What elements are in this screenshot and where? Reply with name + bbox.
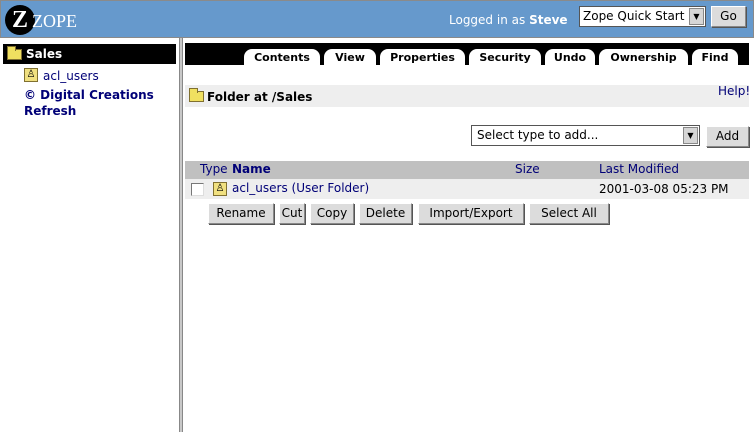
table-row: ♙ acl_users (User Folder) 2001-03-08 05:… [185, 179, 749, 199]
tree-item-label[interactable]: acl_users [43, 69, 99, 83]
refresh-link[interactable]: Refresh [24, 104, 76, 118]
tab-ownership[interactable]: Ownership [599, 49, 688, 66]
column-size[interactable]: Size [515, 162, 540, 176]
help-link[interactable]: Help! [718, 84, 750, 98]
table-header: Type Name Size Last Modified [185, 161, 749, 179]
location-path[interactable]: /Sales [272, 90, 313, 104]
folder-icon [189, 88, 204, 102]
navigation-tree-frame: Sales ♙ acl_users © Digital Creations Re… [0, 38, 181, 432]
user-folder-icon: ♙ [24, 68, 38, 82]
go-button[interactable]: Go [711, 6, 746, 27]
column-type[interactable]: Type [200, 162, 228, 176]
zope-logo[interactable]: Z ZOPE [5, 4, 95, 36]
tab-view[interactable]: View [324, 49, 376, 66]
select-all-button[interactable]: Select All [529, 203, 609, 224]
logo-text: ZOPE [32, 11, 77, 31]
location-bar: Folder at /Sales [185, 85, 749, 107]
import-export-button[interactable]: Import/Export [418, 203, 524, 224]
add-button[interactable]: Add [706, 126, 749, 147]
location-prefix: Folder at [207, 90, 268, 104]
username: Steve [529, 13, 568, 27]
tab-contents[interactable]: Contents [244, 49, 320, 66]
cut-button[interactable]: Cut [279, 203, 305, 224]
copy-button[interactable]: Copy [310, 203, 354, 224]
location-text: Folder at /Sales [207, 90, 312, 104]
add-type-value: Select type to add... [477, 128, 599, 142]
quick-start-select[interactable]: Zope Quick Start ▼ [579, 6, 706, 27]
tree-root-sales[interactable]: Sales [3, 44, 176, 64]
tab-find[interactable]: Find [692, 49, 738, 66]
chevron-down-icon[interactable]: ▼ [689, 8, 704, 25]
rename-button[interactable]: Rename [208, 203, 274, 224]
column-name[interactable]: Name [232, 162, 271, 176]
copyright-link[interactable]: © Digital Creations [24, 88, 154, 102]
tree-root-label: Sales [26, 47, 63, 61]
tab-undo[interactable]: Undo [545, 49, 595, 66]
chevron-down-icon[interactable]: ▼ [683, 127, 698, 144]
top-bar: Z ZOPE Logged in as Steve Zope Quick Sta… [0, 0, 754, 38]
row-checkbox[interactable] [191, 183, 204, 196]
folder-icon [7, 46, 22, 60]
delete-button[interactable]: Delete [359, 203, 412, 224]
logged-in-status: Logged in as Steve [449, 13, 568, 27]
logged-in-prefix: Logged in as [449, 13, 526, 27]
user-folder-icon: ♙ [213, 182, 227, 196]
frame-divider[interactable] [179, 38, 183, 432]
tab-security[interactable]: Security [469, 49, 541, 66]
quick-start-value: Zope Quick Start [583, 9, 685, 23]
row-last-modified: 2001-03-08 05:23 PM [599, 182, 729, 196]
tab-properties[interactable]: Properties [380, 49, 465, 66]
add-type-select[interactable]: Select type to add... ▼ [471, 125, 700, 146]
column-last-modified[interactable]: Last Modified [599, 162, 679, 176]
logo-glyph: Z [12, 7, 29, 33]
row-name-link[interactable]: acl_users (User Folder) [232, 181, 369, 195]
